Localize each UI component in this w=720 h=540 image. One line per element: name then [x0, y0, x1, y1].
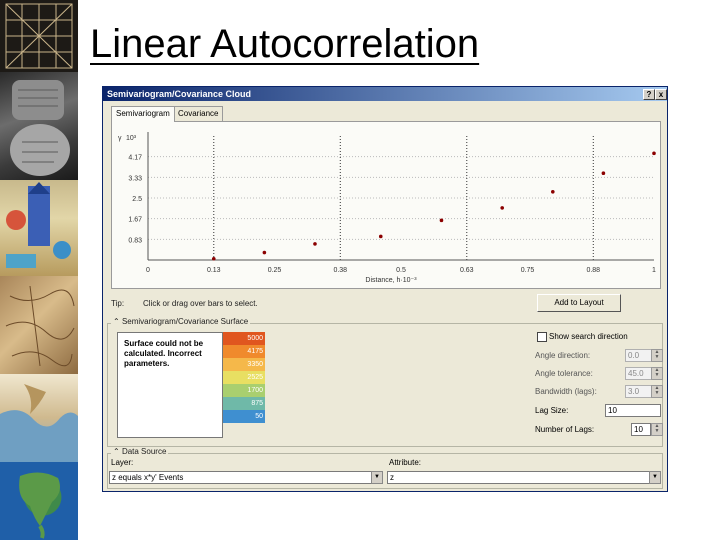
- y-exponent-label: 10³: [126, 135, 137, 142]
- north-america-globe-image: [0, 462, 78, 540]
- legend-row: 3350: [223, 358, 265, 371]
- data-point: [262, 250, 267, 255]
- bandwidth-field[interactable]: 3.0: [625, 385, 653, 398]
- y-tick-label: 2.5: [132, 196, 142, 203]
- legend-row: 1700: [223, 384, 265, 397]
- bandwidth-label: Bandwidth (lags):: [535, 387, 597, 396]
- mediterranean-map-image: [0, 374, 78, 462]
- surface-message: Surface could not be calculated. Incorre…: [124, 339, 204, 368]
- medieval-map-drawing: [6, 182, 71, 268]
- x-tick-label: 0.13: [207, 267, 221, 274]
- tip-text: Click or drag over bars to select.: [143, 299, 258, 308]
- data-source-label: Data Source: [121, 447, 167, 456]
- data-point: [211, 256, 216, 261]
- y-tick-label: 1.67: [128, 217, 142, 224]
- surface-group-title[interactable]: ⌃ Semivariogram/Covariance Surface: [111, 317, 251, 326]
- legend-row: 50: [223, 410, 265, 423]
- surface-legend: 5000 4175 3350 2525 1700 875 50: [223, 332, 265, 436]
- semivariogram-chart[interactable]: 0.83 1.67 2.5 3.33 4.17 0 0.13 0.25 0.38 0.5 0.63 0…: [112, 122, 660, 288]
- attribute-dropdown-icon[interactable]: ▼: [649, 471, 661, 484]
- bandwidth-spinner[interactable]: ▲ ▼: [651, 385, 663, 398]
- semivariogram-window: Semivariogram/Covariance Cloud ? x Semiv…: [102, 86, 668, 492]
- legend-row: 4175: [223, 345, 265, 358]
- surface-group-label: Semivariogram/Covariance Surface: [121, 317, 249, 326]
- slide-title: Linear Autocorrelation: [90, 22, 480, 66]
- y-tick-label: 3.33: [128, 175, 142, 182]
- x-tick-label: 0.5: [396, 267, 406, 274]
- y-tick-label: 4.17: [128, 155, 142, 162]
- layer-label: Layer:: [111, 458, 134, 467]
- data-point: [601, 171, 606, 175]
- number-of-lags-label: Number of Lags:: [535, 425, 595, 434]
- tip-label: Tip:: [111, 299, 125, 308]
- legend-row: 5000: [223, 332, 265, 345]
- data-source-group-title[interactable]: ⌃ Data Source: [111, 447, 169, 456]
- y-tick-label: 0.83: [128, 237, 142, 244]
- lag-size-field[interactable]: 10: [605, 404, 661, 417]
- angle-tolerance-label: Angle tolerance:: [535, 369, 593, 378]
- globe-drawing: [19, 472, 60, 539]
- legend-row: 2525: [223, 371, 265, 384]
- tab-covariance[interactable]: Covariance: [173, 106, 224, 121]
- show-search-direction-label: Show search direction: [549, 332, 628, 341]
- data-point: [313, 242, 317, 246]
- tablet-grid-drawing: [5, 3, 73, 69]
- layer-select[interactable]: z equals x*y' Events: [109, 471, 377, 484]
- data-point: [652, 151, 656, 156]
- show-search-direction-checkbox[interactable]: [537, 332, 547, 342]
- image-strip: [0, 0, 78, 540]
- tablet-grid-image: [0, 0, 78, 72]
- tab-semivariogram[interactable]: Semivariogram: [111, 106, 175, 122]
- semivariogram-panel: 0.83 1.67 2.5 3.33 4.17 0 0.13 0.25 0.38 0.5 0.63 0…: [111, 121, 661, 289]
- collapse-icon: ⌃: [113, 447, 122, 456]
- x-tick-label: 1: [652, 267, 656, 274]
- number-of-lags-field[interactable]: 10: [631, 423, 651, 436]
- clay-tablet-drawing: [10, 80, 70, 176]
- data-point: [551, 190, 555, 194]
- angle-direction-label: Angle direction:: [535, 351, 591, 360]
- x-tick-label: 0.25: [268, 267, 282, 274]
- number-of-lags-spinner[interactable]: ▲ ▼: [651, 423, 663, 436]
- surface-view: Surface could not be calculated. Incorre…: [117, 332, 223, 438]
- y-axis-label: γ: [118, 135, 122, 142]
- data-point: [500, 206, 505, 210]
- stone-map-drawing: [5, 285, 75, 367]
- medieval-map-image: [0, 180, 78, 276]
- legend-row: 875: [223, 397, 265, 410]
- collapse-icon: ⌃: [113, 317, 122, 326]
- lag-size-label: Lag Size:: [535, 406, 569, 415]
- layer-dropdown-icon[interactable]: ▼: [371, 471, 383, 484]
- x-axis-label: Distance, h·10⁻³: [365, 277, 417, 284]
- window-title: Semivariogram/Covariance Cloud: [107, 89, 252, 99]
- x-tick-label: 0.38: [333, 267, 347, 274]
- help-button[interactable]: ?: [643, 89, 655, 100]
- mediterranean-map-drawing: [0, 384, 78, 462]
- attribute-select[interactable]: z: [387, 471, 651, 484]
- x-tick-label: 0.63: [460, 267, 474, 274]
- angle-tolerance-field[interactable]: 45.0: [625, 367, 653, 380]
- attribute-label: Attribute:: [389, 458, 422, 467]
- data-point: [378, 234, 383, 239]
- stone-map-image: [0, 276, 78, 374]
- close-button[interactable]: x: [655, 89, 667, 100]
- clay-tablet-image: [0, 72, 78, 180]
- angle-direction-field[interactable]: 0.0: [625, 349, 653, 362]
- x-tick-label: 0.75: [521, 267, 535, 274]
- angle-tolerance-spinner[interactable]: ▲ ▼: [651, 367, 663, 380]
- x-tick-label: 0.88: [586, 267, 600, 274]
- add-to-layout-button[interactable]: Add to Layout: [537, 294, 621, 312]
- x-tick-label: 0: [146, 267, 150, 274]
- data-point: [439, 218, 444, 223]
- angle-direction-spinner[interactable]: ▲ ▼: [651, 349, 663, 362]
- window-titlebar[interactable]: Semivariogram/Covariance Cloud: [103, 87, 667, 101]
